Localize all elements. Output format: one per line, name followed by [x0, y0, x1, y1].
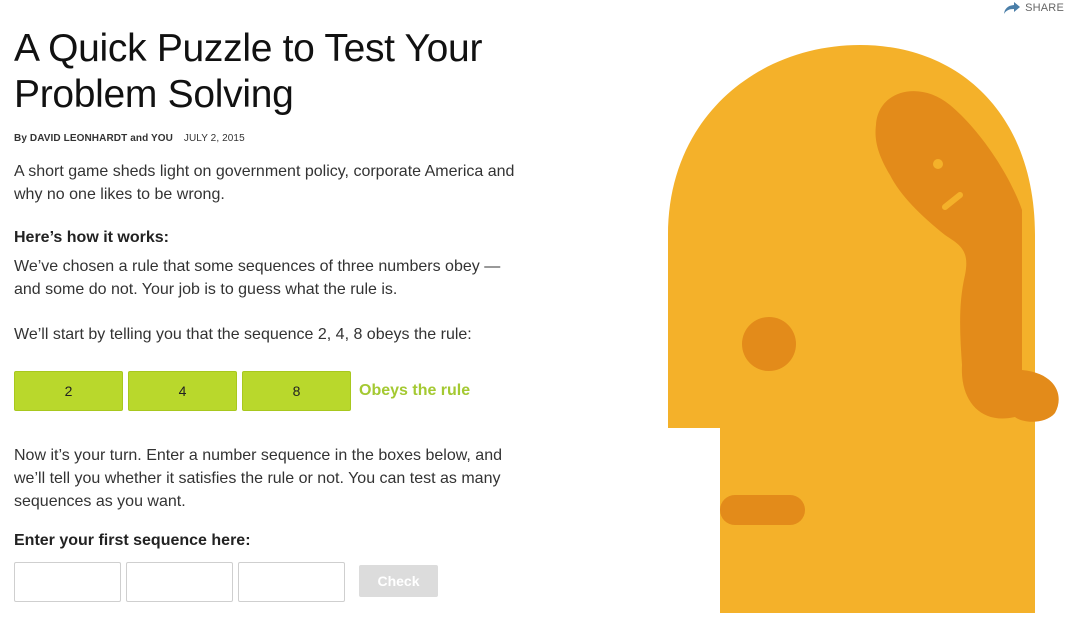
example-result: Obeys the rule — [359, 382, 471, 399]
rule-explanation: We’ve chosen a rule that some sequences … — [14, 258, 501, 298]
sequence-input-2[interactable] — [126, 562, 233, 602]
author-link[interactable]: DAVID LEONHARDT — [30, 133, 127, 144]
how-it-works-heading: Here’s how it works: — [14, 229, 169, 246]
start-sequence-text: We’ll start by telling you that the sequ… — [14, 326, 472, 343]
example-number-3: 8 — [242, 371, 351, 411]
head-illustration — [660, 45, 1071, 613]
sequence-inputs — [14, 562, 345, 602]
sequence-input-1[interactable] — [14, 562, 121, 602]
author-you: YOU — [151, 133, 173, 144]
mouth-bar — [720, 495, 805, 525]
eye-dot — [933, 159, 943, 169]
share-arrow-icon — [1003, 1, 1021, 15]
example-number-2: 4 — [128, 371, 237, 411]
byline-and: and — [130, 133, 149, 144]
byline-prefix: By — [14, 133, 27, 144]
example-sequence: 2 4 8 — [14, 371, 351, 411]
cheek-circle — [742, 317, 796, 371]
share-label: SHARE — [1025, 2, 1064, 14]
article-title: A Quick Puzzle to Test Your Problem Solv… — [14, 27, 483, 116]
sequence-input-3[interactable] — [238, 562, 345, 602]
publish-date: JULY 2, 2015 — [183, 133, 245, 144]
byline: By DAVID LEONHARDT and YOU JULY 2, 2015 — [14, 133, 245, 144]
enter-sequence-heading: Enter your first sequence here: — [14, 532, 251, 549]
your-turn-text: Now it’s your turn. Enter a number seque… — [14, 447, 502, 510]
share-button[interactable]: SHARE — [1003, 0, 1064, 16]
example-number-1: 2 — [14, 371, 123, 411]
article-summary: A short game sheds light on government p… — [14, 163, 515, 203]
check-button[interactable]: Check — [359, 565, 438, 597]
